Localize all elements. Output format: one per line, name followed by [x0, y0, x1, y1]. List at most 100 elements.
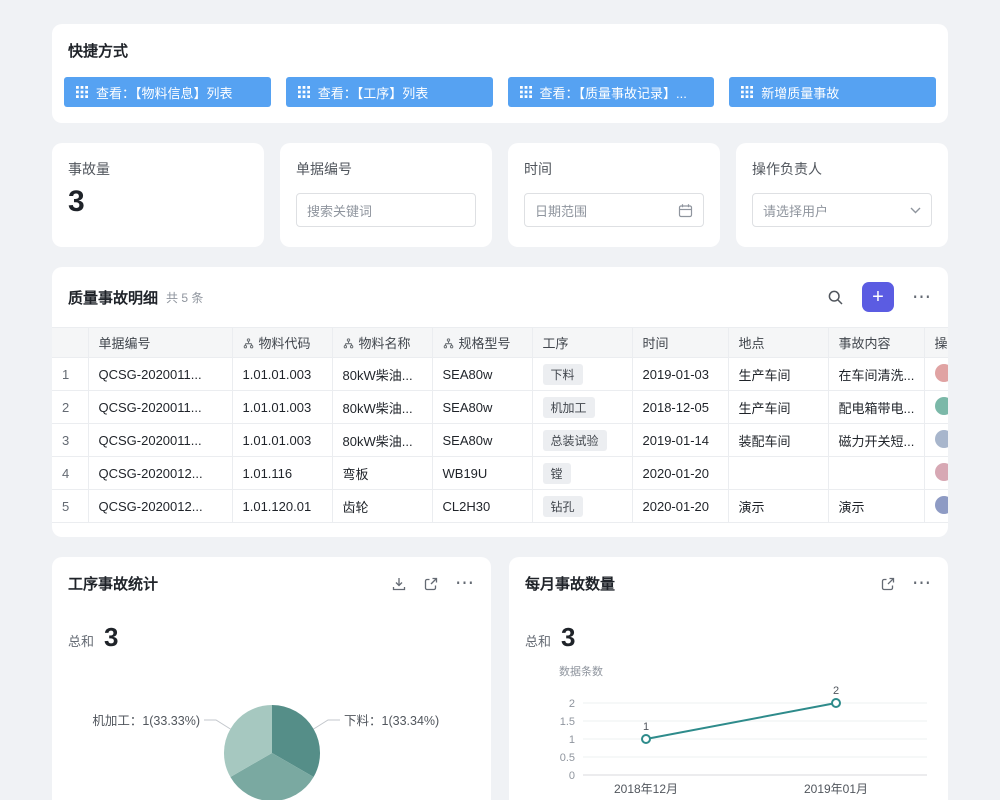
pie-total-label: 总和: [68, 631, 94, 650]
column-header-label: 物料名称: [359, 336, 411, 351]
dashboard-page: 快捷方式 查看：【物料信息】列表 查看：【工序】列表 查看：【质量事故记录】... 新…: [0, 0, 1000, 800]
row-number: 3: [52, 424, 88, 457]
chevron-down-icon: [910, 207, 921, 214]
cell-process: 机加工: [532, 391, 632, 424]
doc-number-label: 单据编号: [296, 159, 476, 179]
process-tag: 机加工: [543, 397, 595, 418]
pie-card-tools: ⋯: [391, 574, 475, 593]
shortcut-button-label: 新增质量事故: [761, 83, 839, 102]
table-toolbar: + ⋯: [827, 282, 932, 312]
cell-content: 演示: [828, 490, 924, 523]
column-header-1[interactable]: 物料代码: [232, 328, 332, 358]
date-range-input[interactable]: 日期范围: [524, 193, 704, 227]
expand-icon[interactable]: [423, 576, 439, 592]
column-header-2[interactable]: 物料名称: [332, 328, 432, 358]
column-header-label: 操作负责人: [935, 336, 949, 351]
calendar-icon: [678, 203, 693, 218]
monthly-count-card: 每月事故数量 ⋯ 总和 3 00.511.5212018年12月22019年01…: [509, 557, 948, 800]
line-card-tools: ⋯: [880, 574, 932, 593]
operator-placeholder: 请选择用户: [763, 201, 828, 220]
cell-material-code: 1.01.120.01: [232, 490, 332, 523]
cell-process: 镗: [532, 457, 632, 490]
download-icon[interactable]: [391, 576, 407, 592]
shortcuts-title: 快捷方式: [64, 40, 936, 61]
cell-doc-no: QCSG-2020012...: [88, 457, 232, 490]
table-header-row: 单据编号物料代码 物料名称 规格型号 工序时间 地点事故内容操作负责人: [52, 328, 948, 358]
column-header-6[interactable]: 地点: [728, 328, 828, 358]
time-label: 时间: [524, 159, 704, 179]
column-header-3[interactable]: 规格型号: [432, 328, 532, 358]
expand-icon[interactable]: [880, 576, 896, 592]
add-record-button[interactable]: +: [862, 282, 894, 312]
cell-material-name: 80kW柴油...: [332, 358, 432, 391]
line-chart: 00.511.5212018年12月22019年01月数据条数时间（月）: [519, 657, 937, 800]
column-header-label: 时间: [643, 336, 669, 351]
avatar: [935, 364, 949, 382]
cell-content: 磁力开关短...: [828, 424, 924, 457]
shortcut-button-1[interactable]: 查看：【工序】列表: [286, 77, 493, 107]
cell-doc-no: QCSG-2020012...: [88, 490, 232, 523]
cell-material-code: 1.01.116: [232, 457, 332, 490]
process-tag: 下料: [543, 364, 583, 385]
cell-spec: SEA80w: [432, 358, 532, 391]
table-row-2[interactable]: 2QCSG-2020011...1.01.01.00380kW柴油...SEA8…: [52, 391, 948, 424]
pie-total: 总和 3: [68, 622, 475, 653]
table-row-4[interactable]: 4QCSG-2020012...1.01.116弯板WB19U镗2020-01-…: [52, 457, 948, 490]
shortcut-button-0[interactable]: 查看：【物料信息】列表: [64, 77, 271, 107]
pie-callout-label: 机加工：1(33.33%): [92, 714, 200, 728]
accident-table: 单据编号物料代码 物料名称 规格型号 工序时间 地点事故内容操作负责人 1QCSG-20…: [52, 327, 948, 523]
column-header-0[interactable]: 单据编号: [88, 328, 232, 358]
table-body: 1QCSG-2020011...1.01.01.00380kW柴油...SEA8…: [52, 358, 948, 523]
relation-icon: [243, 338, 254, 349]
cell-process: 总装试验: [532, 424, 632, 457]
table-row-1[interactable]: 1QCSG-2020011...1.01.01.00380kW柴油...SEA8…: [52, 358, 948, 391]
operator-filter-card: 操作负责人 请选择用户: [736, 143, 948, 247]
shortcut-button-2[interactable]: 查看：【质量事故记录】...: [508, 77, 715, 107]
column-header-5[interactable]: 时间: [632, 328, 728, 358]
process-stats-card: 工序事故统计 ⋯ 总和 3 下料：1(33.34%)总装试验：1(33.33%)…: [52, 557, 491, 800]
avatar: [935, 430, 949, 448]
cell-date: 2019-01-14: [632, 424, 728, 457]
data-label: 1: [643, 721, 649, 733]
cell-material-code: 1.01.01.003: [232, 358, 332, 391]
cell-material-name: 齿轮: [332, 490, 432, 523]
cell-material-name: 弯板: [332, 457, 432, 490]
shortcut-button-label: 查看：【工序】列表: [318, 83, 429, 102]
cell-doc-no: QCSG-2020011...: [88, 358, 232, 391]
shortcut-button-3[interactable]: 新增质量事故: [729, 77, 936, 107]
process-tag: 钻孔: [543, 496, 583, 517]
grid-icon: [520, 86, 532, 98]
x-tick-label: 2018年12月: [614, 782, 678, 796]
shortcut-button-label: 查看：【质量事故记录】...: [540, 83, 687, 102]
table-title: 质量事故明细: [68, 287, 158, 308]
pie-card-title: 工序事故统计: [68, 573, 158, 594]
line-total-label: 总和: [525, 631, 551, 650]
table-row-5[interactable]: 5QCSG-2020012...1.01.120.01齿轮CL2H30钻孔202…: [52, 490, 948, 523]
column-header-7[interactable]: 事故内容: [828, 328, 924, 358]
data-point[interactable]: [642, 735, 650, 743]
column-header-4[interactable]: 工序: [532, 328, 632, 358]
cell-operator: [924, 490, 948, 523]
pie-chart: 下料：1(33.34%)总装试验：1(33.33%)机加工：1(33.33%): [52, 673, 490, 800]
cell-content: [828, 457, 924, 490]
pie-more-icon[interactable]: ⋯: [455, 574, 475, 593]
doc-number-filter-card: 单据编号 搜索关键词: [280, 143, 492, 247]
column-header-8[interactable]: 操作负责人: [924, 328, 948, 358]
table-scroll-area[interactable]: 单据编号物料代码 物料名称 规格型号 工序时间 地点事故内容操作负责人 1QCSG-20…: [52, 327, 948, 523]
line-card-title: 每月事故数量: [525, 573, 615, 594]
table-more-icon[interactable]: ⋯: [912, 288, 932, 307]
row-number-header: [52, 328, 88, 358]
line-more-icon[interactable]: ⋯: [912, 574, 932, 593]
data-point[interactable]: [832, 699, 840, 707]
avatar: [935, 397, 949, 415]
column-header-label: 规格型号: [459, 336, 511, 351]
doc-number-input[interactable]: 搜索关键词: [296, 193, 476, 227]
cell-spec: CL2H30: [432, 490, 532, 523]
shortcut-button-label: 查看：【物料信息】列表: [96, 83, 233, 102]
time-filter-card: 时间 日期范围: [508, 143, 720, 247]
search-icon[interactable]: [827, 289, 844, 306]
cell-place: 生产车间: [728, 391, 828, 424]
table-row-3[interactable]: 3QCSG-2020011...1.01.01.00380kW柴油...SEA8…: [52, 424, 948, 457]
cell-process: 钻孔: [532, 490, 632, 523]
operator-select[interactable]: 请选择用户: [752, 193, 932, 227]
